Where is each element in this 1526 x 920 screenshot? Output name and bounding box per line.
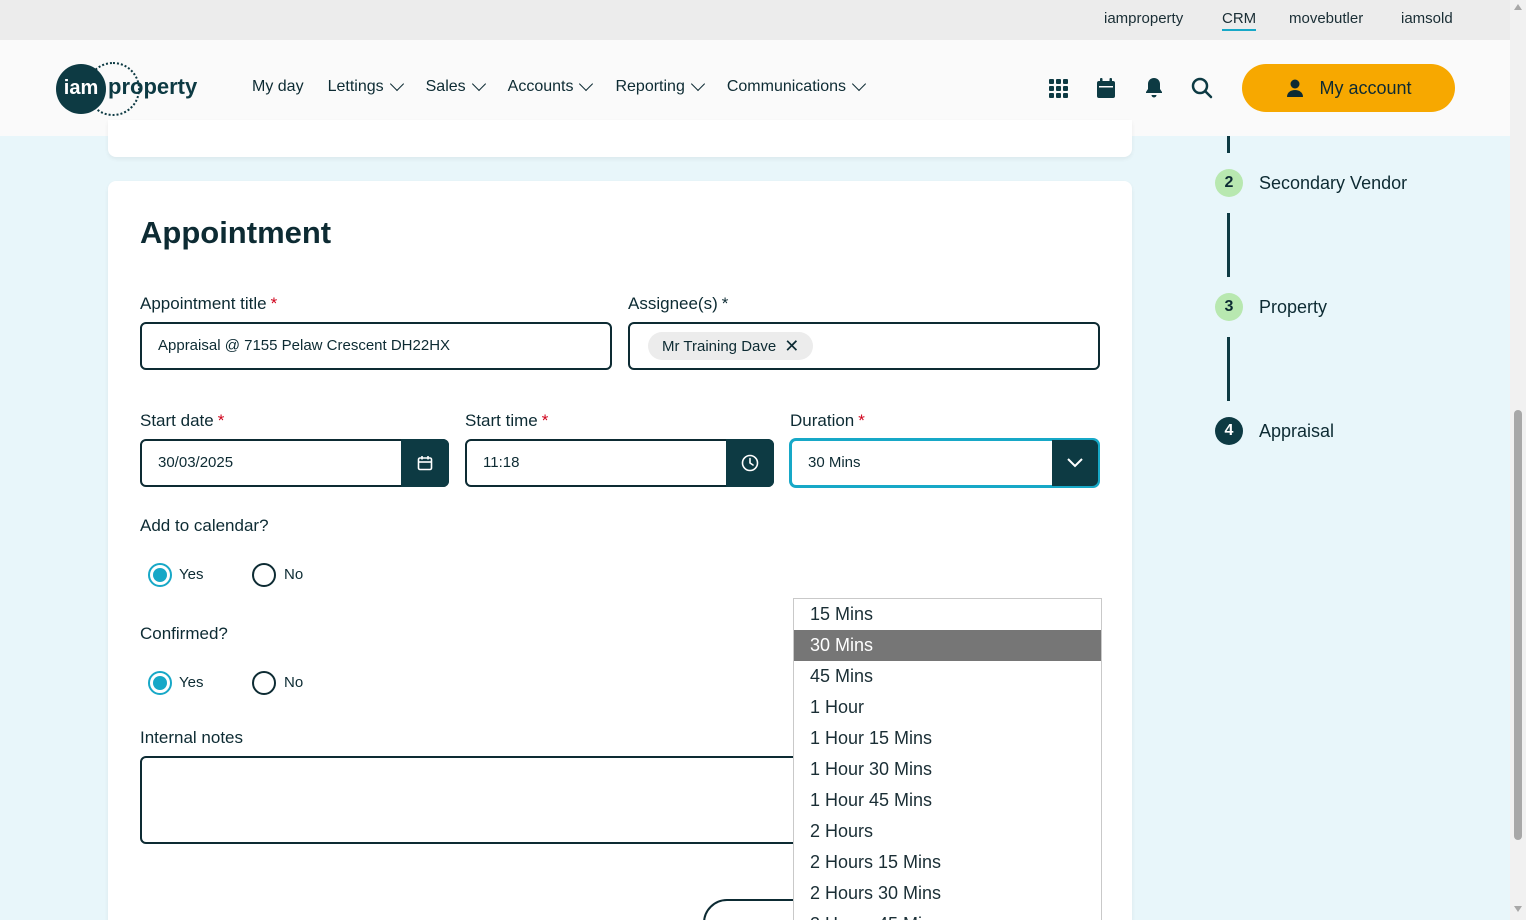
required-marker: * <box>270 294 278 313</box>
duration-option[interactable]: 1 Hour <box>794 692 1101 723</box>
topbar-link-crm[interactable]: CRM <box>1222 10 1257 31</box>
nav-label: Accounts <box>507 78 574 95</box>
logo-circle: iam <box>56 64 106 114</box>
duration-option[interactable]: 1 Hour 45 Mins <box>794 785 1101 816</box>
nav-label: My day <box>252 78 304 95</box>
date-picker-button[interactable] <box>401 439 449 487</box>
calendar-icon <box>417 456 433 471</box>
step-label-appraisal[interactable]: Appraisal <box>1259 421 1334 442</box>
search-icon[interactable] <box>1190 76 1214 100</box>
step-label-property[interactable]: Property <box>1259 297 1327 318</box>
calendar-icon[interactable] <box>1094 76 1118 100</box>
step-number-4[interactable]: 4 <box>1215 417 1243 445</box>
page-scrollbar[interactable] <box>1510 0 1526 920</box>
start-time-input[interactable]: 11:18 <box>465 439 774 487</box>
assignee-chip: Mr Training Dave ✕ <box>648 332 814 360</box>
appointment-title-input[interactable]: Appraisal @ 7155 Pelaw Crescent DH22HX <box>140 322 612 370</box>
start-date-value: 30/03/2025 <box>158 454 234 471</box>
confirmed-no-label: No <box>284 674 304 691</box>
nav-sales[interactable]: Sales <box>425 76 486 96</box>
chevron-down-icon <box>1067 458 1083 468</box>
topbar-link-iamproperty[interactable]: iamproperty <box>1104 10 1183 27</box>
appointment-title-value: Appraisal @ 7155 Pelaw Crescent DH22HX <box>158 337 451 354</box>
add-to-calendar-yes-radio[interactable] <box>148 563 172 587</box>
remove-chip-icon[interactable]: ✕ <box>784 337 799 355</box>
required-marker: * <box>541 411 549 430</box>
my-account-button[interactable]: My account <box>1242 64 1455 112</box>
user-icon <box>1287 79 1304 97</box>
nav-label: Lettings <box>327 78 384 95</box>
top-utility-bar: iamproperty CRM movebutler iamsold <box>0 0 1510 40</box>
main-nav: My day Lettings Sales Accounts Reporting… <box>252 76 888 96</box>
nav-lettings[interactable]: Lettings <box>327 76 404 96</box>
duration-option[interactable]: 1 Hour 30 Mins <box>794 754 1101 785</box>
duration-option[interactable]: 45 Mins <box>794 661 1101 692</box>
step-label-secondary-vendor[interactable]: Secondary Vendor <box>1259 173 1407 194</box>
required-marker: * <box>721 294 729 313</box>
required-marker: * <box>217 411 225 430</box>
duration-option[interactable]: 1 Hour 15 Mins <box>794 723 1101 754</box>
assignees-input[interactable]: Mr Training Dave ✕ <box>628 322 1100 370</box>
nav-communications[interactable]: Communications <box>726 76 867 96</box>
duration-label: Duration * <box>790 411 865 430</box>
confirmed-no-radio[interactable] <box>252 671 276 695</box>
duration-select[interactable]: 30 Mins <box>790 439 1099 487</box>
chevron-down-icon <box>389 76 404 92</box>
stepper-connector <box>1227 337 1230 401</box>
appointment-title-label: Appointment title * <box>140 294 278 313</box>
assignee-chip-label: Mr Training Dave <box>662 337 777 355</box>
duration-dropdown-toggle[interactable] <box>1052 440 1098 486</box>
nav-label: Communications <box>726 78 846 95</box>
duration-options-list: 15 Mins 30 Mins 45 Mins 1 Hour 1 Hour 15 Min… <box>793 598 1102 920</box>
apps-grid-icon[interactable] <box>1046 76 1070 100</box>
nav-my-day[interactable]: My day <box>252 78 304 96</box>
clock-icon <box>741 454 759 472</box>
nav-reporting[interactable]: Reporting <box>615 76 705 96</box>
confirmed-yes-label: Yes <box>179 674 204 691</box>
add-to-calendar-yes-label: Yes <box>179 566 204 583</box>
confirmed-yes-radio[interactable] <box>148 671 172 695</box>
bell-icon[interactable] <box>1142 76 1166 100</box>
start-time-value: 11:18 <box>483 454 520 471</box>
step-number-2[interactable]: 2 <box>1215 169 1243 197</box>
scrollbar-thumb[interactable] <box>1514 410 1522 840</box>
logo-wordmark: property <box>108 74 198 99</box>
chevron-down-icon <box>851 76 867 92</box>
required-marker: * <box>858 411 865 430</box>
start-date-input[interactable]: 30/03/2025 <box>140 439 449 487</box>
duration-option[interactable]: 2 Hours 45 Mins <box>794 909 1101 920</box>
chevron-down-icon <box>579 76 594 92</box>
duration-option[interactable]: 2 Hours 15 Mins <box>794 847 1101 878</box>
duration-option[interactable]: 2 Hours 30 Mins <box>794 878 1101 909</box>
stepper-connector <box>1227 136 1230 153</box>
scroll-up-arrow-icon[interactable] <box>1514 4 1522 10</box>
topbar-link-iamsold[interactable]: iamsold <box>1401 10 1453 27</box>
nav-accounts[interactable]: Accounts <box>507 76 594 96</box>
duration-option[interactable]: 2 Hours <box>794 816 1101 847</box>
topbar-link-movebutler[interactable]: movebutler <box>1289 10 1363 27</box>
duration-option[interactable]: 30 Mins <box>794 630 1101 661</box>
stepper-connector <box>1227 213 1230 277</box>
my-account-label: My account <box>1319 77 1412 98</box>
start-date-label: Start date * <box>140 411 225 430</box>
chevron-down-icon <box>471 76 486 92</box>
nav-label: Sales <box>425 78 466 95</box>
internal-notes-label: Internal notes <box>140 728 244 747</box>
add-to-calendar-label: Add to calendar? <box>140 516 269 535</box>
scroll-down-arrow-icon[interactable] <box>1514 906 1522 912</box>
iamproperty-logo[interactable]: iam property <box>56 62 206 116</box>
duration-value: 30 Mins <box>808 454 861 471</box>
start-time-label: Start time * <box>465 411 549 430</box>
duration-option[interactable]: 15 Mins <box>794 599 1101 630</box>
add-to-calendar-no-label: No <box>284 566 304 583</box>
assignees-label: Assignee(s) * <box>628 294 729 313</box>
previous-section-card <box>108 120 1132 157</box>
add-to-calendar-no-radio[interactable] <box>252 563 276 587</box>
section-title: Appointment <box>140 215 332 250</box>
nav-label: Reporting <box>615 78 685 95</box>
time-picker-button[interactable] <box>726 439 774 487</box>
chevron-down-icon <box>690 76 705 92</box>
confirmed-label: Confirmed? <box>140 624 228 643</box>
step-number-3[interactable]: 3 <box>1215 293 1243 321</box>
